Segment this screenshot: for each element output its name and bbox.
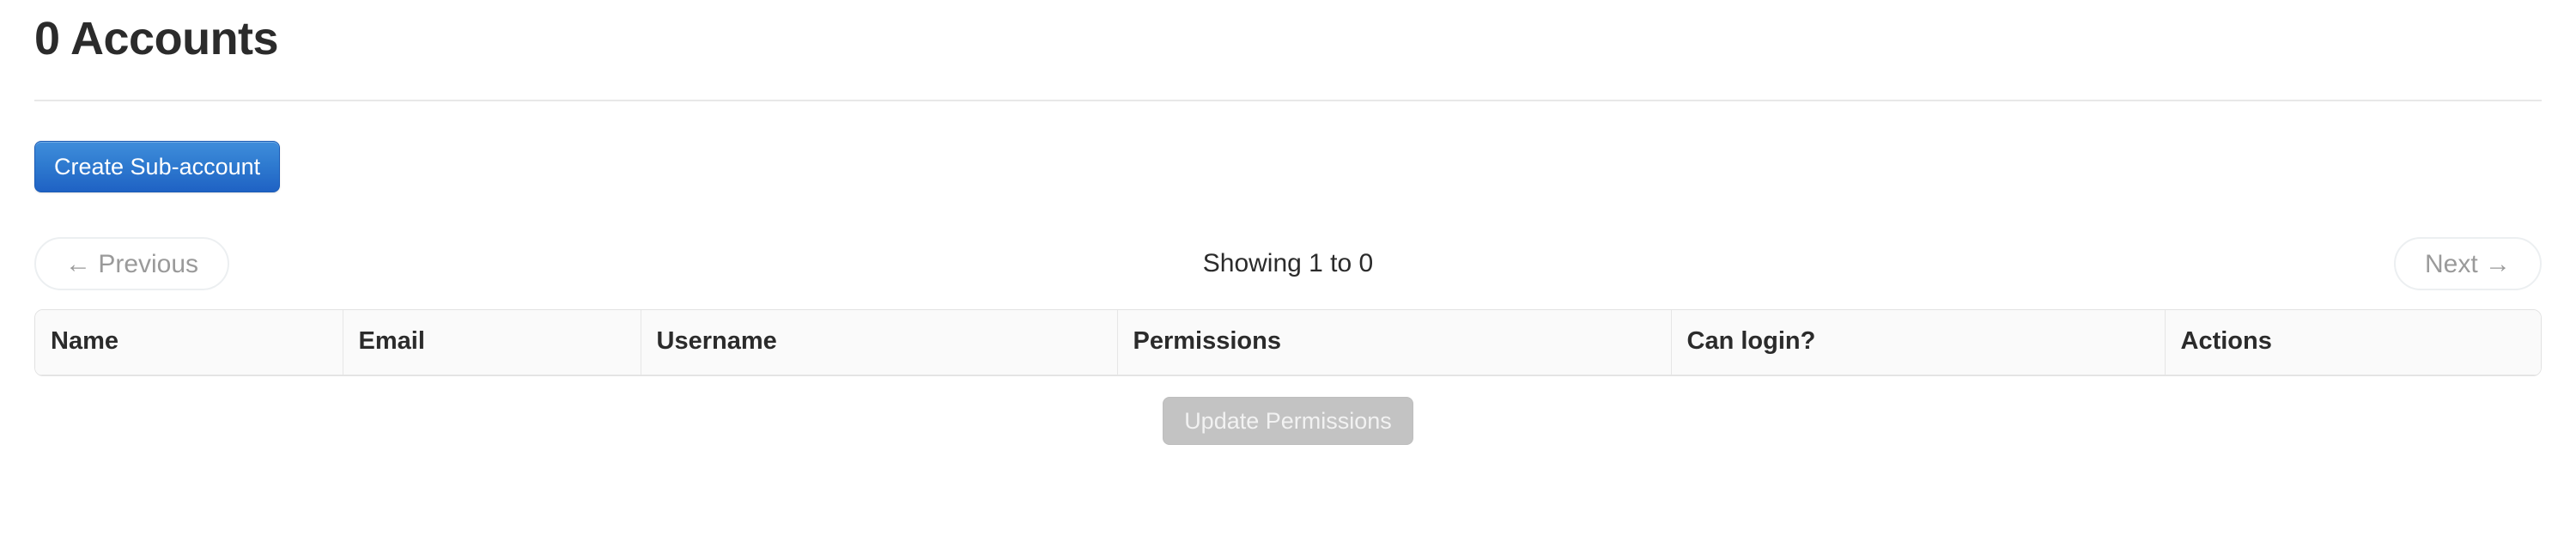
column-header-username[interactable]: Username [641,310,1118,376]
pagination-bar: ← Previous Showing 1 to 0 Next → [34,237,2542,291]
accounts-table: Name Email Username Permissions Can logi… [35,310,2541,376]
page-title: 0 Accounts [34,13,279,64]
update-permissions-button[interactable]: Update Permissions [1163,397,1413,446]
toolbar: Create Sub-account [34,101,2542,193]
accounts-table-container: Name Email Username Permissions Can logi… [34,309,2542,377]
column-header-actions[interactable]: Actions [2165,310,2541,376]
next-page-button[interactable]: Next → [2393,237,2542,291]
column-header-email[interactable]: Email [343,310,641,376]
table-head: Name Email Username Permissions Can logi… [35,310,2541,376]
column-header-permissions[interactable]: Permissions [1117,310,1672,376]
column-header-name[interactable]: Name [35,310,343,376]
pagination-status: Showing 1 to 0 [1202,249,1374,278]
accounts-page: 0 Accounts Create Sub-account ← Previous… [0,0,2576,536]
column-header-can-login[interactable]: Can login? [1671,310,2166,376]
footer-actions: Update Permissions [34,397,2542,446]
create-sub-account-button[interactable]: Create Sub-account [34,141,281,193]
table-header-row: Name Email Username Permissions Can logi… [35,310,2541,376]
